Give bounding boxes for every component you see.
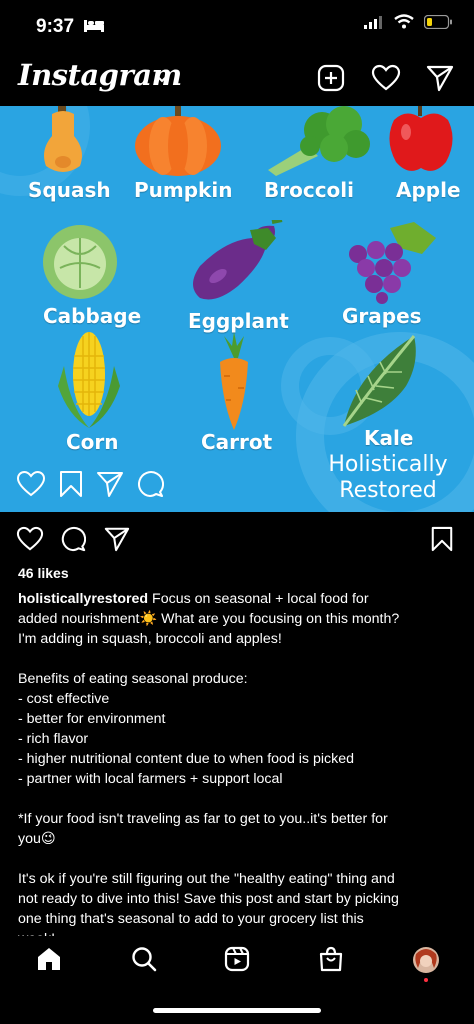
brand-name-line1: Holistically	[328, 452, 448, 477]
corn-illustration	[58, 332, 120, 428]
caption-line: Focus on seasonal + local food for	[148, 591, 369, 607]
produce-label-grapes: Grapes	[342, 304, 422, 328]
status-bar: 9:37	[0, 0, 474, 50]
send-outline-icon	[96, 470, 124, 503]
carrot-illustration	[220, 332, 248, 430]
notification-dot	[424, 978, 428, 982]
post-caption: holisticallyrestored Focus on seasonal +…	[18, 589, 460, 949]
produce-label-corn: Corn	[66, 430, 119, 454]
produce-label-carrot: Carrot	[201, 430, 273, 454]
caption-closing: It's ok if you're still figuring out the…	[18, 871, 395, 887]
cabbage-illustration	[43, 225, 117, 299]
broccoli-illustration	[268, 106, 370, 176]
bed-icon	[84, 18, 104, 37]
reels-icon[interactable]	[224, 946, 250, 977]
caption-benefit-item: - better for environment	[18, 711, 166, 727]
home-indicator	[153, 1008, 321, 1013]
caption-benefit-item: - partner with local farmers + support l…	[18, 771, 283, 787]
caption-username[interactable]: holisticallyrestored	[18, 591, 148, 607]
save-icon[interactable]	[430, 526, 454, 557]
produce-label-kale: Kale	[364, 426, 414, 450]
image-overlay-icons	[16, 470, 165, 503]
caption-line: I'm adding in squash, broccoli and apple…	[18, 631, 282, 647]
caption-closing: not ready to dive into this! Save this p…	[18, 891, 399, 907]
caption-benefit-item: - rich flavor	[18, 731, 89, 747]
produce-label-cabbage: Cabbage	[43, 304, 142, 328]
squash-illustration	[44, 106, 82, 172]
share-icon[interactable]	[104, 526, 130, 557]
app-header: Instagram	[0, 50, 474, 106]
produce-label-eggplant: Eggplant	[188, 309, 289, 333]
produce-label-squash: Squash	[28, 178, 111, 202]
comment-outline-icon	[136, 470, 165, 503]
caption-benefits-title: Benefits of eating seasonal produce:	[18, 671, 248, 687]
caption-note: you😉	[18, 831, 56, 847]
comment-icon[interactable]	[60, 526, 87, 557]
post-actions	[0, 518, 474, 562]
heart-icon[interactable]	[371, 64, 401, 97]
post-image[interactable]: Squash Pumpkin Broccoli Apple Cabbage Eg…	[0, 106, 474, 512]
kale-illustration	[342, 335, 416, 427]
chevron-down-icon[interactable]	[156, 70, 168, 88]
brand-name-line2: Restored	[339, 478, 437, 503]
eggplant-illustration	[193, 220, 283, 300]
likes-count[interactable]: 46 likes	[18, 565, 69, 581]
caption-note: *If your food isn't traveling as far to …	[18, 811, 388, 827]
heart-outline-icon	[16, 470, 46, 503]
new-post-icon[interactable]	[317, 64, 345, 97]
caption-benefit-item: - cost effective	[18, 691, 110, 707]
produce-label-pumpkin: Pumpkin	[134, 178, 233, 202]
produce-label-apple: Apple	[396, 178, 461, 202]
produce-label-broccoli: Broccoli	[264, 178, 355, 202]
home-icon[interactable]	[36, 946, 62, 977]
send-icon[interactable]	[426, 64, 454, 97]
search-icon[interactable]	[131, 946, 157, 977]
grapes-illustration	[349, 222, 436, 304]
signal-icon	[364, 15, 384, 34]
wifi-icon	[394, 14, 414, 34]
like-icon[interactable]	[16, 526, 44, 557]
shop-icon[interactable]	[318, 946, 344, 977]
bookmark-outline-icon	[58, 470, 84, 503]
pumpkin-illustration	[135, 106, 221, 176]
apple-illustration	[389, 106, 453, 171]
caption-line: added nourishment☀️ What are you focusin…	[18, 611, 400, 627]
battery-low-icon	[423, 14, 452, 34]
caption-benefit-item: - higher nutritional content due to when…	[18, 751, 354, 767]
caption-closing: one thing that's seasonal to add to your…	[18, 911, 364, 927]
status-time: 9:37	[36, 16, 75, 37]
profile-avatar[interactable]	[412, 946, 440, 979]
